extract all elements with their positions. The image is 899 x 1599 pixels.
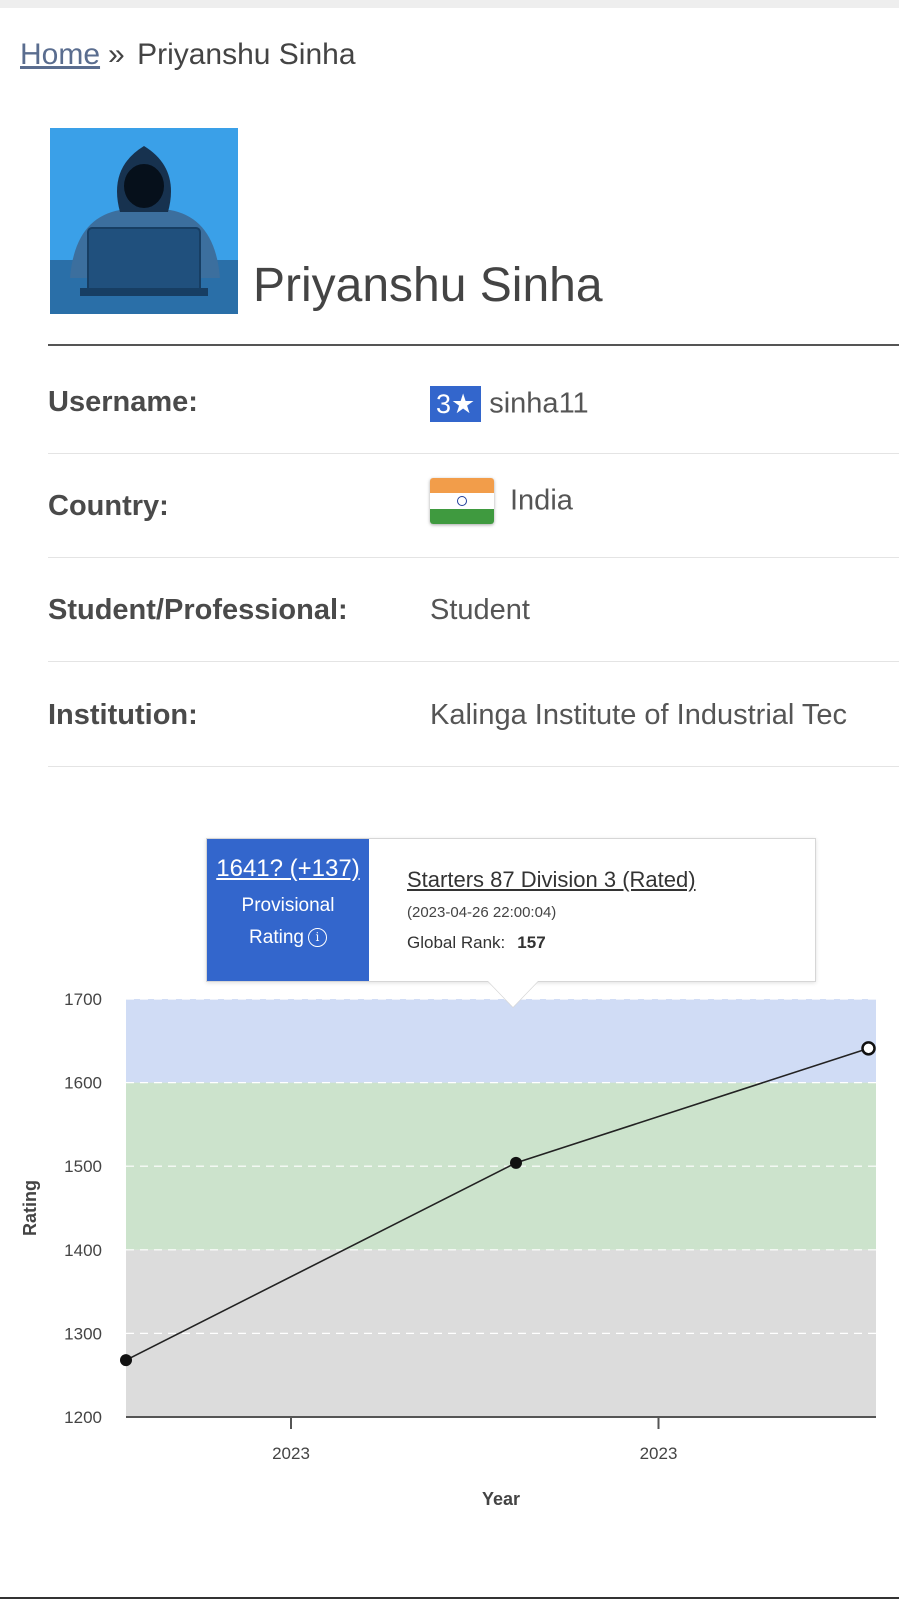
y-tick-label-3: 1500 — [64, 1157, 102, 1176]
breadcrumb-separator: » — [108, 38, 125, 71]
info-circle-icon[interactable]: i — [307, 928, 327, 948]
star-rating-badge: 3★ — [430, 386, 482, 422]
y-tick-label-0: 1200 — [64, 1408, 102, 1427]
y-tick-label-5: 1700 — [64, 990, 102, 1009]
tooltip-rank-label: Global Rank: — [407, 933, 506, 952]
x-tick-label-0: 2023 — [272, 1444, 310, 1463]
avatar — [50, 128, 238, 314]
rating-chart: 1200 1300 1400 1500 1600 1700 2023 2023 Year Rati… — [20, 990, 876, 1509]
breadcrumb-home-link[interactable]: Home — [20, 38, 100, 71]
breadcrumb-current: Priyanshu Sinha — [137, 38, 356, 71]
y-tick-label-1: 1300 — [64, 1324, 102, 1343]
username-row: Username: 3★ sinha11 — [48, 350, 899, 454]
country-label: Country: — [48, 490, 169, 522]
x-axis-label: Year — [482, 1489, 520, 1509]
country-row: Country: India — [48, 454, 899, 558]
india-flag-icon — [430, 478, 494, 524]
rating-point-0 — [120, 1354, 132, 1367]
institution-row: Institution: Kalinga Institute of Indust… — [48, 663, 899, 767]
student-professional-label: Student/Professional: — [48, 594, 348, 626]
rating-band-2 — [126, 999, 876, 1083]
student-professional-value: Student — [430, 594, 530, 626]
username-label: Username: — [48, 386, 198, 418]
y-axis-label: Rating — [20, 1180, 40, 1236]
institution-label: Institution: — [48, 699, 198, 731]
tooltip-date: (2023-04-26 22:00:04) — [407, 904, 557, 921]
rating-point-1 — [510, 1156, 522, 1169]
breadcrumb: Home» Priyanshu Sinha — [20, 38, 356, 72]
rating-point-2 — [861, 1041, 876, 1056]
tooltip-provisional-label: Provisional — [241, 895, 335, 916]
tooltip-rating-label: Rating i — [207, 927, 369, 949]
tooltip-contest-link[interactable]: Starters 87 Division 3 (Rated) — [407, 867, 696, 893]
tooltip-pointer — [488, 981, 538, 1007]
country-value: India — [430, 478, 573, 524]
tooltip-rating-link[interactable]: 1641? (+137) — [207, 855, 369, 883]
tooltip-rating-text: Rating — [249, 927, 304, 948]
x-tick-label-1: 2023 — [640, 1444, 678, 1463]
username-value: 3★ sinha11 — [430, 386, 589, 422]
rating-tooltip: 1641? (+137) Provisional Rating i Starter… — [206, 838, 816, 982]
student-professional-row: Student/Professional: Student — [48, 558, 899, 662]
y-tick-label-2: 1400 — [64, 1241, 102, 1260]
tooltip-rank-value: 157 — [517, 933, 546, 952]
tooltip-rating-panel: 1641? (+137) Provisional Rating i — [207, 839, 369, 981]
country-text: India — [510, 484, 573, 517]
top-bar — [0, 0, 899, 8]
username-text: sinha11 — [489, 387, 589, 420]
name-divider — [48, 344, 899, 346]
y-tick-label-4: 1600 — [64, 1074, 102, 1093]
hooded-hacker-icon — [50, 128, 238, 314]
tooltip-global-rank: Global Rank: 157 — [407, 933, 546, 953]
institution-value: Kalinga Institute of Industrial Tec — [430, 699, 847, 731]
profile-name: Priyanshu Sinha — [253, 259, 603, 312]
